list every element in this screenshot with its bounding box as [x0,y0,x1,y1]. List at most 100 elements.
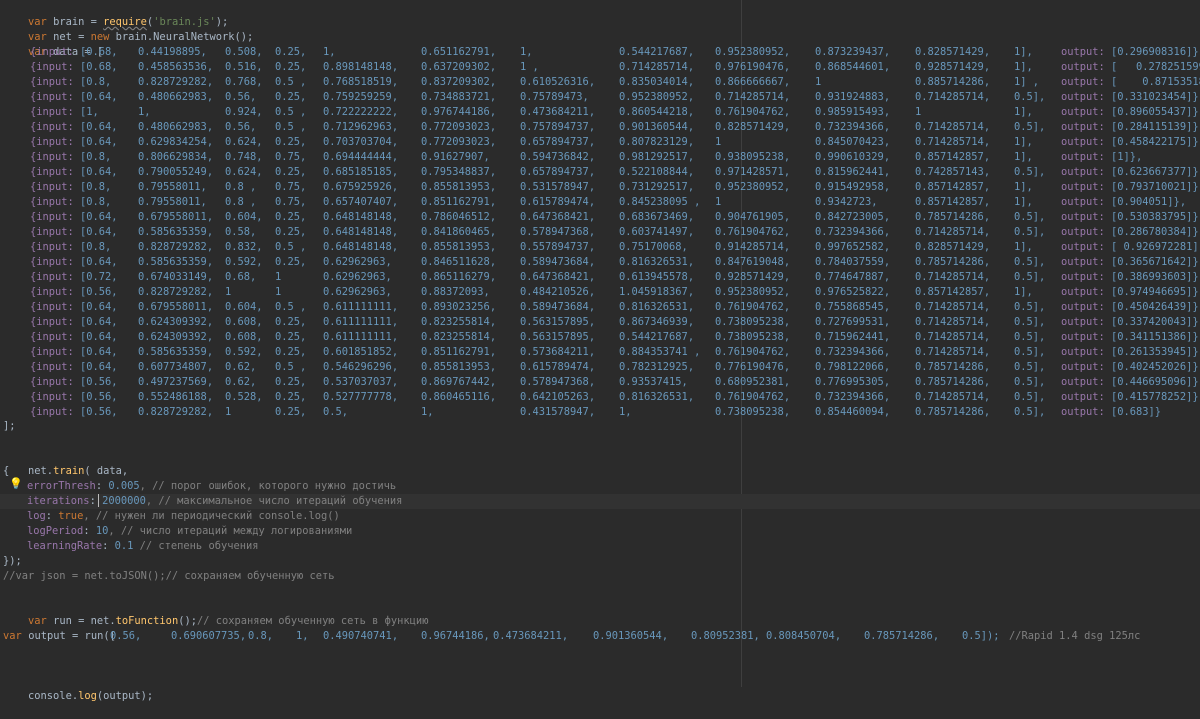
input-value: 0.774647887, [815,271,891,283]
input-value: 0.544217687, [619,331,695,343]
input-value: 0.732394366, [815,346,891,358]
input-value: 1], [1014,241,1033,253]
input-value: [0.8, [80,76,112,88]
option-line[interactable]: log: true, // нужен ли периодический con… [27,509,340,524]
input-value: [0.56, [80,286,118,298]
input-value: 0.5], [1014,316,1046,328]
output-value: [ 0.278251599 [1111,61,1200,73]
input-value: 0.860544218, [619,106,695,118]
output-key: output: [1061,46,1105,58]
output-comment: //Rapid 1.4 dsg 125лс [1009,630,1141,642]
input-value: 0.761904762, [715,346,791,358]
option-line[interactable]: logPeriod: 10, // число итераций между л… [27,524,352,539]
input-value: 0.557894737, [520,241,596,253]
input-key: {input: [30,241,74,253]
input-value: 0.25, [275,226,307,238]
input-value: 0.5], [1014,331,1046,343]
input-value: 0.924, [225,106,263,118]
output-key: output: [1061,301,1105,313]
code-line-data[interactable]: var data = [ [3,30,103,58]
input-value: 0.528, [225,391,263,403]
code-line-train-close[interactable]: }); [3,554,22,569]
input-value: 0.851162791, [421,346,497,358]
input-value: 0.847619048, [715,256,791,268]
code-line-run[interactable]: var run = net.toFunction();// сохраняем … [3,599,428,627]
input-key: {input: [30,406,74,418]
output-value: [0.530383795]}, [1111,211,1200,223]
input-key: {input: [30,301,74,313]
input-key: {input: [30,226,74,238]
output-key: output: [1061,241,1105,253]
input-value: 0.857142857, [915,286,991,298]
run-arg-value: 0.8, [248,630,274,642]
option-line[interactable]: learningRate: 0.1 // степень обучения [27,539,259,554]
input-value: [0.64, [80,346,118,358]
train-call: train [53,465,85,477]
input-value: 0.816326531, [619,301,695,313]
input-value: 0.480662983, [138,91,214,103]
code-line-json-comment[interactable]: //var json = net.toJSON();// сохраняем о… [3,569,335,584]
output-value: [1]}, [1111,151,1143,163]
code-editor[interactable]: var brain = require('brain.js'); var net… [0,0,1200,702]
input-value: 0.5], [1014,271,1046,283]
input-value: 1 [275,286,282,298]
lightbulb-icon[interactable]: 💡 [9,478,23,490]
option-line[interactable]: errorThresh: 0.005, // порог ошибок, кот… [27,479,396,494]
input-value: 0.901360544, [619,121,695,133]
input-value: 0.828571429, [715,121,791,133]
input-key: {input: [30,376,74,388]
output-decl: output = run([ [22,630,116,642]
input-value: 0.860465116, [421,391,497,403]
option-key: log [27,510,46,522]
output-key: output: [1061,76,1105,88]
input-value: 0.56, [225,91,257,103]
input-value: 0.8 , [225,196,257,208]
output-value: [0.286780384]}, [1111,226,1200,238]
input-value: 0.5 , [275,241,307,253]
input-value: 0.5], [1014,361,1046,373]
option-sep: : [45,510,59,522]
input-key: {input: [30,316,74,328]
output-value: [0.331023454]}, [1111,91,1200,103]
input-value: 0.732394366, [815,121,891,133]
input-value: 0.714285714, [915,346,991,358]
code-line-require[interactable]: var brain = require('brain.js'); [3,0,228,28]
input-value: 0.648148148, [323,226,399,238]
input-key: {input: [30,136,74,148]
code-line-data-close[interactable]: ]; [3,419,16,434]
input-value: 0.761904762, [715,106,791,118]
option-key: learningRate [27,540,103,552]
input-value: 0.828729282, [138,76,214,88]
input-value: 0.458563536, [138,61,214,73]
input-value: 0.62, [225,376,257,388]
input-value: 0.832, [225,241,263,253]
input-value: 0.867346939, [619,316,695,328]
output-key: output: [1061,361,1105,373]
output-value: [0.974946695]}, [1111,286,1200,298]
input-value: 0.5], [1014,121,1046,133]
run-arg-value: 0.96744186, [421,630,490,642]
log-args: (output); [96,690,154,702]
input-value: 0.75789473, [520,91,589,103]
input-value: 0.5 , [275,121,307,133]
input-value: 1 [225,406,232,418]
input-value: 0.657894737, [520,136,596,148]
input-value: 0.857142857, [915,181,991,193]
input-value: 0.5], [1014,301,1046,313]
input-value: 1] , [1014,76,1040,88]
input-value: 0.563157895, [520,331,596,343]
input-value: 0.807823129, [619,136,695,148]
input-value: 1 [275,271,282,283]
input-value: 0.845238095 , [619,196,701,208]
input-value: 0.680952381, [715,376,791,388]
tofunction-call: toFunction [115,615,179,627]
output-value: [0.341151386]}, [1111,331,1200,343]
option-line[interactable]: iterations: 2000000, // максимальное чис… [0,494,1200,509]
input-value: 0.5], [1014,91,1046,103]
code-line-net[interactable]: var net = new brain.NeuralNetwork(); [3,15,253,43]
input-value: [0.64, [80,121,118,133]
code-line-train[interactable]: net.train( data, [3,449,128,477]
input-value: 0.714285714, [915,331,991,343]
output-value: [ 0.926972281] [1111,241,1199,253]
option-sep: : [89,495,103,507]
